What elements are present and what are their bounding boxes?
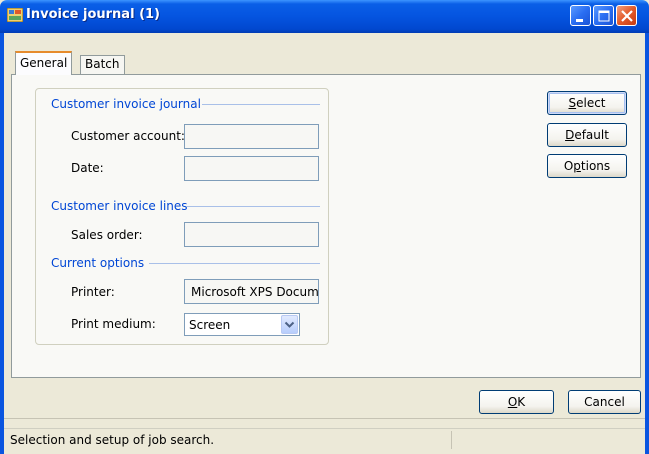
sales-order-field[interactable]	[184, 222, 319, 247]
default-button[interactable]: Default	[547, 123, 627, 147]
minimize-button[interactable]	[570, 5, 591, 26]
section-customer-invoice-journal: Customer invoice journal	[51, 97, 201, 111]
printer-field[interactable]: Microsoft XPS Docume	[184, 279, 319, 304]
options-label-prefix: O	[563, 159, 574, 173]
app-icon	[7, 8, 23, 22]
ok-accelerator: O	[507, 395, 518, 409]
options-label: tions	[580, 159, 611, 173]
footer-divider	[4, 418, 645, 419]
default-accelerator: D	[565, 128, 575, 142]
close-icon	[621, 10, 633, 22]
printer-label: Printer:	[71, 285, 115, 299]
date-label: Date:	[71, 161, 104, 175]
print-medium-label: Print medium:	[71, 317, 156, 331]
default-label: efault	[574, 128, 609, 142]
options-accelerator: p	[573, 159, 581, 173]
title-bar[interactable]: Invoice journal (1)	[0, 0, 649, 33]
customer-account-field[interactable]	[184, 124, 319, 149]
cancel-button[interactable]: Cancel	[568, 390, 641, 414]
section-customer-invoice-lines: Customer invoice lines	[51, 199, 188, 213]
cancel-label: Cancel	[584, 395, 625, 409]
tab-batch-label: Batch	[85, 57, 120, 71]
tab-general-label: General	[20, 56, 68, 70]
print-medium-select[interactable]: Screen	[184, 313, 300, 336]
customer-account-label: Customer account:	[71, 129, 185, 143]
section-current-options: Current options	[51, 256, 145, 270]
maximize-button[interactable]	[593, 5, 614, 26]
print-medium-value: Screen	[189, 318, 231, 332]
window-title: Invoice journal (1)	[26, 7, 160, 22]
tab-general[interactable]: General	[15, 51, 73, 75]
minimize-icon	[576, 19, 583, 22]
sales-order-label: Sales order:	[71, 228, 143, 242]
tab-batch[interactable]: Batch	[80, 55, 125, 75]
maximize-icon	[598, 10, 610, 22]
invoice-journal-window: Invoice journal (1) General Batch Custom…	[0, 0, 649, 454]
chevron-down-icon	[284, 321, 295, 328]
select-label: elect	[576, 96, 606, 110]
select-button[interactable]: Select	[547, 91, 627, 115]
select-accelerator: S	[568, 96, 577, 110]
close-button[interactable]	[616, 5, 637, 26]
printer-value: Microsoft XPS Docume	[191, 285, 319, 299]
section-divider	[186, 206, 320, 207]
window-frame-right	[645, 33, 649, 454]
status-separator	[451, 431, 452, 449]
section-divider	[149, 263, 320, 264]
ok-button[interactable]: OK	[479, 390, 554, 414]
status-bar: Selection and setup of job search.	[4, 428, 645, 451]
options-button[interactable]: Options	[547, 154, 627, 178]
print-medium-dropdown-button[interactable]	[281, 315, 298, 334]
section-divider	[202, 104, 320, 105]
date-field[interactable]	[184, 156, 319, 181]
ok-label: K	[517, 395, 526, 409]
status-text: Selection and setup of job search.	[10, 433, 215, 447]
window-frame-left	[0, 33, 4, 454]
